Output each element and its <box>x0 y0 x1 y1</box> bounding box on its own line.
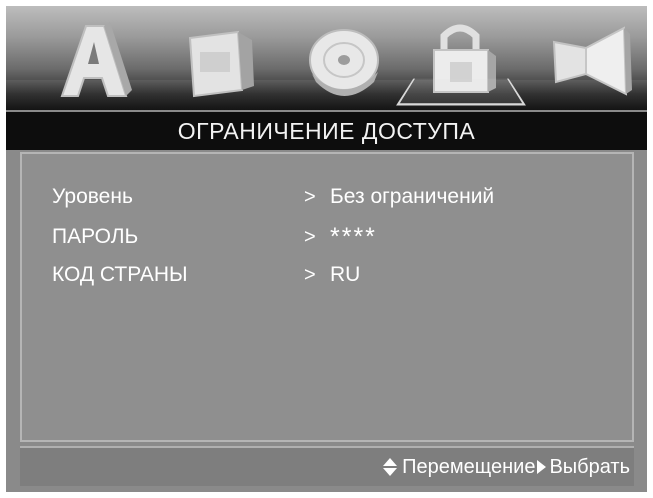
menu-icon-bar <box>6 6 647 110</box>
speaker-menu-icon[interactable] <box>544 16 634 104</box>
up-down-arrows-icon <box>382 456 398 478</box>
audio-menu-icon[interactable] <box>48 16 138 104</box>
settings-panel: Уровень > Без ограничений ПАРОЛЬ > **** … <box>20 152 634 442</box>
setting-row-country-code[interactable]: КОД СТРАНЫ > RU <box>52 258 612 292</box>
arrow-right-icon: > <box>304 185 316 208</box>
page-title: ОГРАНИЧЕНИЕ ДОСТУПА <box>177 117 476 144</box>
title-bar: ОГРАНИЧЕНИЕ ДОСТУПА <box>6 112 647 150</box>
setting-value: Без ограничений <box>330 185 495 208</box>
setting-label: ПАРОЛЬ <box>52 225 139 248</box>
arrow-right-icon: > <box>304 263 316 286</box>
select-hint-label: Выбрать <box>549 455 630 478</box>
setting-label: КОД СТРАНЫ <box>52 263 188 286</box>
setting-value: **** <box>330 222 377 251</box>
setting-label: Уровень <box>52 185 133 208</box>
setting-row-level[interactable]: Уровень > Без ограничений <box>52 180 612 214</box>
help-bar: Перемещение Выбрать <box>20 446 634 486</box>
play-right-icon <box>537 460 547 474</box>
lock-menu-icon[interactable] <box>416 16 506 104</box>
move-hint-label: Перемещение <box>402 455 536 478</box>
setting-row-password[interactable]: ПАРОЛЬ > **** <box>52 220 612 254</box>
disc-menu-icon[interactable] <box>300 16 390 104</box>
arrow-right-icon: > <box>304 225 316 248</box>
move-hint: Перемещение <box>382 456 535 479</box>
video-menu-icon[interactable] <box>176 16 266 104</box>
select-hint: Выбрать <box>535 456 630 479</box>
osd-screen: ОГРАНИЧЕНИЕ ДОСТУПА Уровень > Без ограни… <box>6 6 647 492</box>
setting-value: RU <box>330 263 361 286</box>
